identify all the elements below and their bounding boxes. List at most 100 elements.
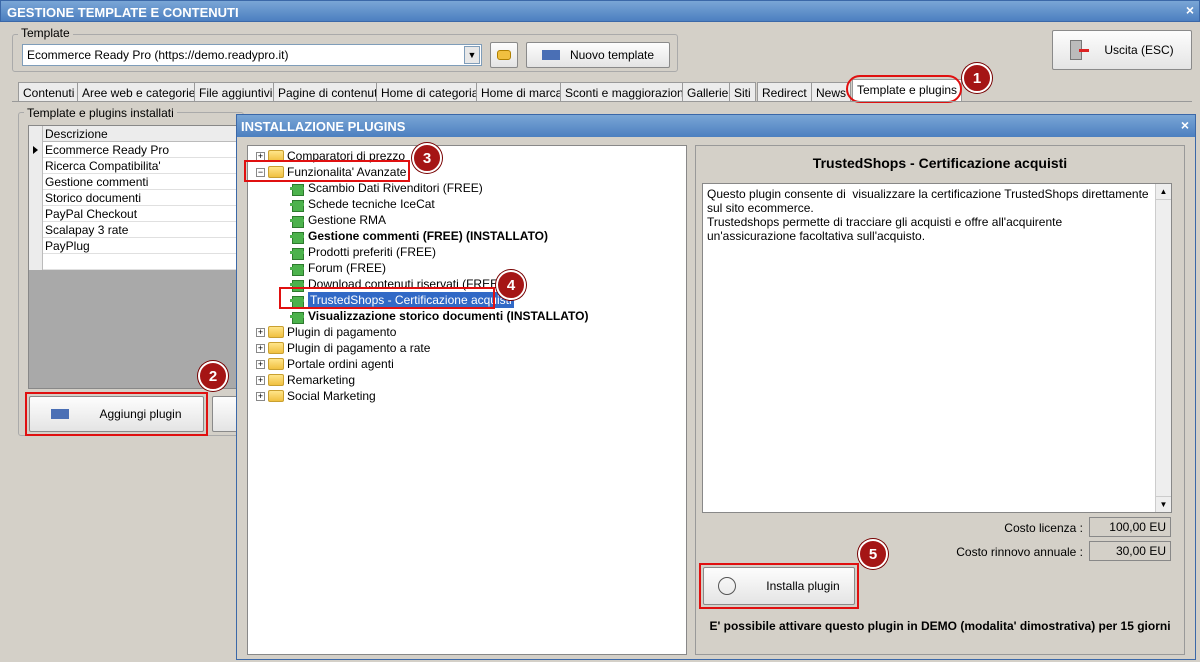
chevron-down-icon[interactable]: ▼ bbox=[464, 46, 480, 64]
template-legend: Template bbox=[18, 26, 73, 40]
tab-pagine-contenuti[interactable]: Pagine di contenuti bbox=[273, 82, 386, 102]
node-label: Prodotti preferiti (FREE) bbox=[308, 245, 437, 259]
highlight-funzionalita bbox=[244, 160, 410, 182]
add-plugin-button[interactable]: Aggiungi plugin bbox=[29, 396, 204, 432]
step-badge-3: 3 bbox=[412, 143, 442, 173]
window-close-button[interactable]: × bbox=[1186, 2, 1194, 18]
scroll-up-icon[interactable]: ▲ bbox=[1156, 184, 1171, 200]
row-label: PayPlug bbox=[45, 239, 90, 253]
new-template-button[interactable]: Nuovo template bbox=[526, 42, 670, 68]
description-scrollbar[interactable]: ▲ ▼ bbox=[1155, 184, 1171, 512]
tab-gallerie[interactable]: Gallerie bbox=[682, 82, 734, 102]
tree-item[interactable]: Prodotti preferiti (FREE) bbox=[290, 244, 436, 260]
tree-item[interactable]: Gestione commenti (FREE) (INSTALLATO) bbox=[290, 228, 548, 244]
row-label: Ricerca Compatibilita' bbox=[45, 159, 161, 173]
expand-icon[interactable]: + bbox=[256, 327, 265, 337]
step-badge-4: 4 bbox=[496, 270, 526, 300]
table-row[interactable]: Gestione commenti bbox=[29, 174, 237, 190]
node-label: Plugin di pagamento bbox=[287, 325, 397, 339]
tab-redirect[interactable]: Redirect bbox=[757, 82, 812, 102]
current-row-icon bbox=[33, 146, 38, 154]
database-button[interactable] bbox=[490, 42, 518, 68]
install-plugin-label: Installa plugin bbox=[766, 579, 840, 593]
table-row[interactable]: Storico documenti bbox=[29, 190, 237, 206]
plugin-icon bbox=[290, 181, 304, 196]
table-row[interactable]: Ricerca Compatibilita' bbox=[29, 158, 237, 174]
tree-node-pagamento-rate[interactable]: + Plugin di pagamento a rate bbox=[256, 340, 430, 356]
tab-sconti[interactable]: Sconti e maggiorazioni bbox=[560, 82, 692, 102]
folder-icon bbox=[268, 326, 284, 338]
plugin-icon bbox=[290, 245, 304, 260]
plugin-icon bbox=[290, 197, 304, 212]
demo-note: E' possibile attivare questo plugin in D… bbox=[709, 619, 1171, 633]
template-select[interactable]: Ecommerce Ready Pro (https://demo.readyp… bbox=[22, 44, 482, 66]
node-label: Portale ordini agenti bbox=[287, 357, 394, 371]
plugin-description: Questo plugin consente di visualizzare l… bbox=[702, 183, 1172, 513]
tree-item[interactable]: Visualizzazione storico documenti (INSTA… bbox=[290, 308, 588, 324]
table-row[interactable]: PayPal Checkout bbox=[29, 206, 237, 222]
folder-icon bbox=[268, 342, 284, 354]
table-row-new[interactable] bbox=[29, 254, 237, 270]
tab-siti[interactable]: Siti bbox=[729, 82, 756, 102]
table-row[interactable]: PayPlug bbox=[29, 238, 237, 254]
step-badge-2: 2 bbox=[198, 361, 228, 391]
row-label: PayPal Checkout bbox=[45, 207, 138, 221]
plugin-title: TrustedShops - Certificazione acquisti bbox=[812, 155, 1068, 171]
window-title: GESTIONE TEMPLATE E CONTENUTI bbox=[7, 5, 239, 20]
tab-aree-web[interactable]: Aree web e categorie bbox=[77, 82, 201, 102]
expand-icon[interactable]: + bbox=[256, 343, 265, 353]
step-badge-5: 5 bbox=[858, 539, 888, 569]
table-row[interactable]: Scalapay 3 rate bbox=[29, 222, 237, 238]
grid-header-descrizione: Descrizione bbox=[45, 127, 108, 141]
tree-item[interactable]: Scambio Dati Rivenditori (FREE) bbox=[290, 180, 483, 196]
node-label: Gestione RMA bbox=[308, 213, 387, 227]
tab-file-aggiuntivi[interactable]: File aggiuntivi bbox=[194, 82, 278, 102]
globe-icon bbox=[718, 577, 737, 595]
node-label: Plugin di pagamento a rate bbox=[287, 341, 431, 355]
new-template-label: Nuovo template bbox=[569, 48, 655, 62]
secondary-plugin-button[interactable] bbox=[212, 396, 238, 432]
tree-item[interactable]: Forum (FREE) bbox=[290, 260, 386, 276]
tree-item[interactable]: Schede tecniche IceCat bbox=[290, 196, 435, 212]
tab-contenuti[interactable]: Contenuti bbox=[18, 82, 80, 102]
install-plugins-dialog: INSTALLAZIONE PLUGINS × + Comparatori di … bbox=[236, 114, 1196, 660]
cost-license-value: 100,00 EU bbox=[1089, 517, 1171, 537]
node-label: Remarketing bbox=[287, 373, 356, 387]
installed-legend: Template e plugins installati bbox=[24, 106, 177, 120]
dialog-title-bar: INSTALLAZIONE PLUGINS bbox=[237, 115, 1195, 137]
highlight-tab bbox=[846, 75, 962, 103]
exit-button[interactable]: Uscita (ESC) bbox=[1052, 30, 1192, 70]
table-row[interactable]: Ecommerce Ready Pro bbox=[29, 142, 237, 158]
install-plugin-button[interactable]: Installa plugin bbox=[703, 567, 855, 605]
tab-home-categoria[interactable]: Home di categoria bbox=[376, 82, 484, 102]
tree-item[interactable]: Gestione RMA bbox=[290, 212, 386, 228]
row-label: Gestione commenti bbox=[45, 175, 149, 189]
node-label: Visualizzazione storico documenti (INSTA… bbox=[308, 309, 589, 323]
tree-node-remarketing[interactable]: + Remarketing bbox=[256, 372, 355, 388]
add-plugin-icon bbox=[51, 409, 70, 419]
tree-node-social[interactable]: + Social Marketing bbox=[256, 388, 376, 404]
node-label: Schede tecniche IceCat bbox=[308, 197, 435, 211]
dialog-close-button[interactable]: × bbox=[1181, 117, 1189, 133]
row-label: Storico documenti bbox=[45, 191, 142, 205]
window-title-bar: GESTIONE TEMPLATE E CONTENUTI bbox=[0, 0, 1200, 22]
expand-icon[interactable]: + bbox=[256, 375, 265, 385]
grid-header: Descrizione bbox=[29, 126, 237, 142]
add-plugin-label: Aggiungi plugin bbox=[99, 407, 182, 421]
scroll-down-icon[interactable]: ▼ bbox=[1156, 496, 1171, 512]
tab-home-marca[interactable]: Home di marca bbox=[476, 82, 568, 102]
exit-label: Uscita (ESC) bbox=[1104, 43, 1174, 57]
plugin-description-text: Questo plugin consente di visualizzare l… bbox=[707, 187, 1149, 243]
node-label: Forum (FREE) bbox=[308, 261, 386, 275]
tab-news[interactable]: News bbox=[811, 82, 852, 102]
tree-node-pagamento[interactable]: + Plugin di pagamento bbox=[256, 324, 396, 340]
database-icon bbox=[497, 50, 511, 60]
node-label: Social Marketing bbox=[287, 389, 376, 403]
plugin-tree: + Comparatori di prezzo − Funzionalita' Av… bbox=[247, 145, 687, 655]
expand-icon[interactable]: + bbox=[256, 359, 265, 369]
cost-renewal-label: Costo rinnovo annuale : bbox=[956, 545, 1083, 559]
new-template-icon bbox=[541, 50, 560, 60]
plugin-icon bbox=[290, 261, 304, 276]
expand-icon[interactable]: + bbox=[256, 391, 265, 401]
tree-node-portale-agenti[interactable]: + Portale ordini agenti bbox=[256, 356, 394, 372]
